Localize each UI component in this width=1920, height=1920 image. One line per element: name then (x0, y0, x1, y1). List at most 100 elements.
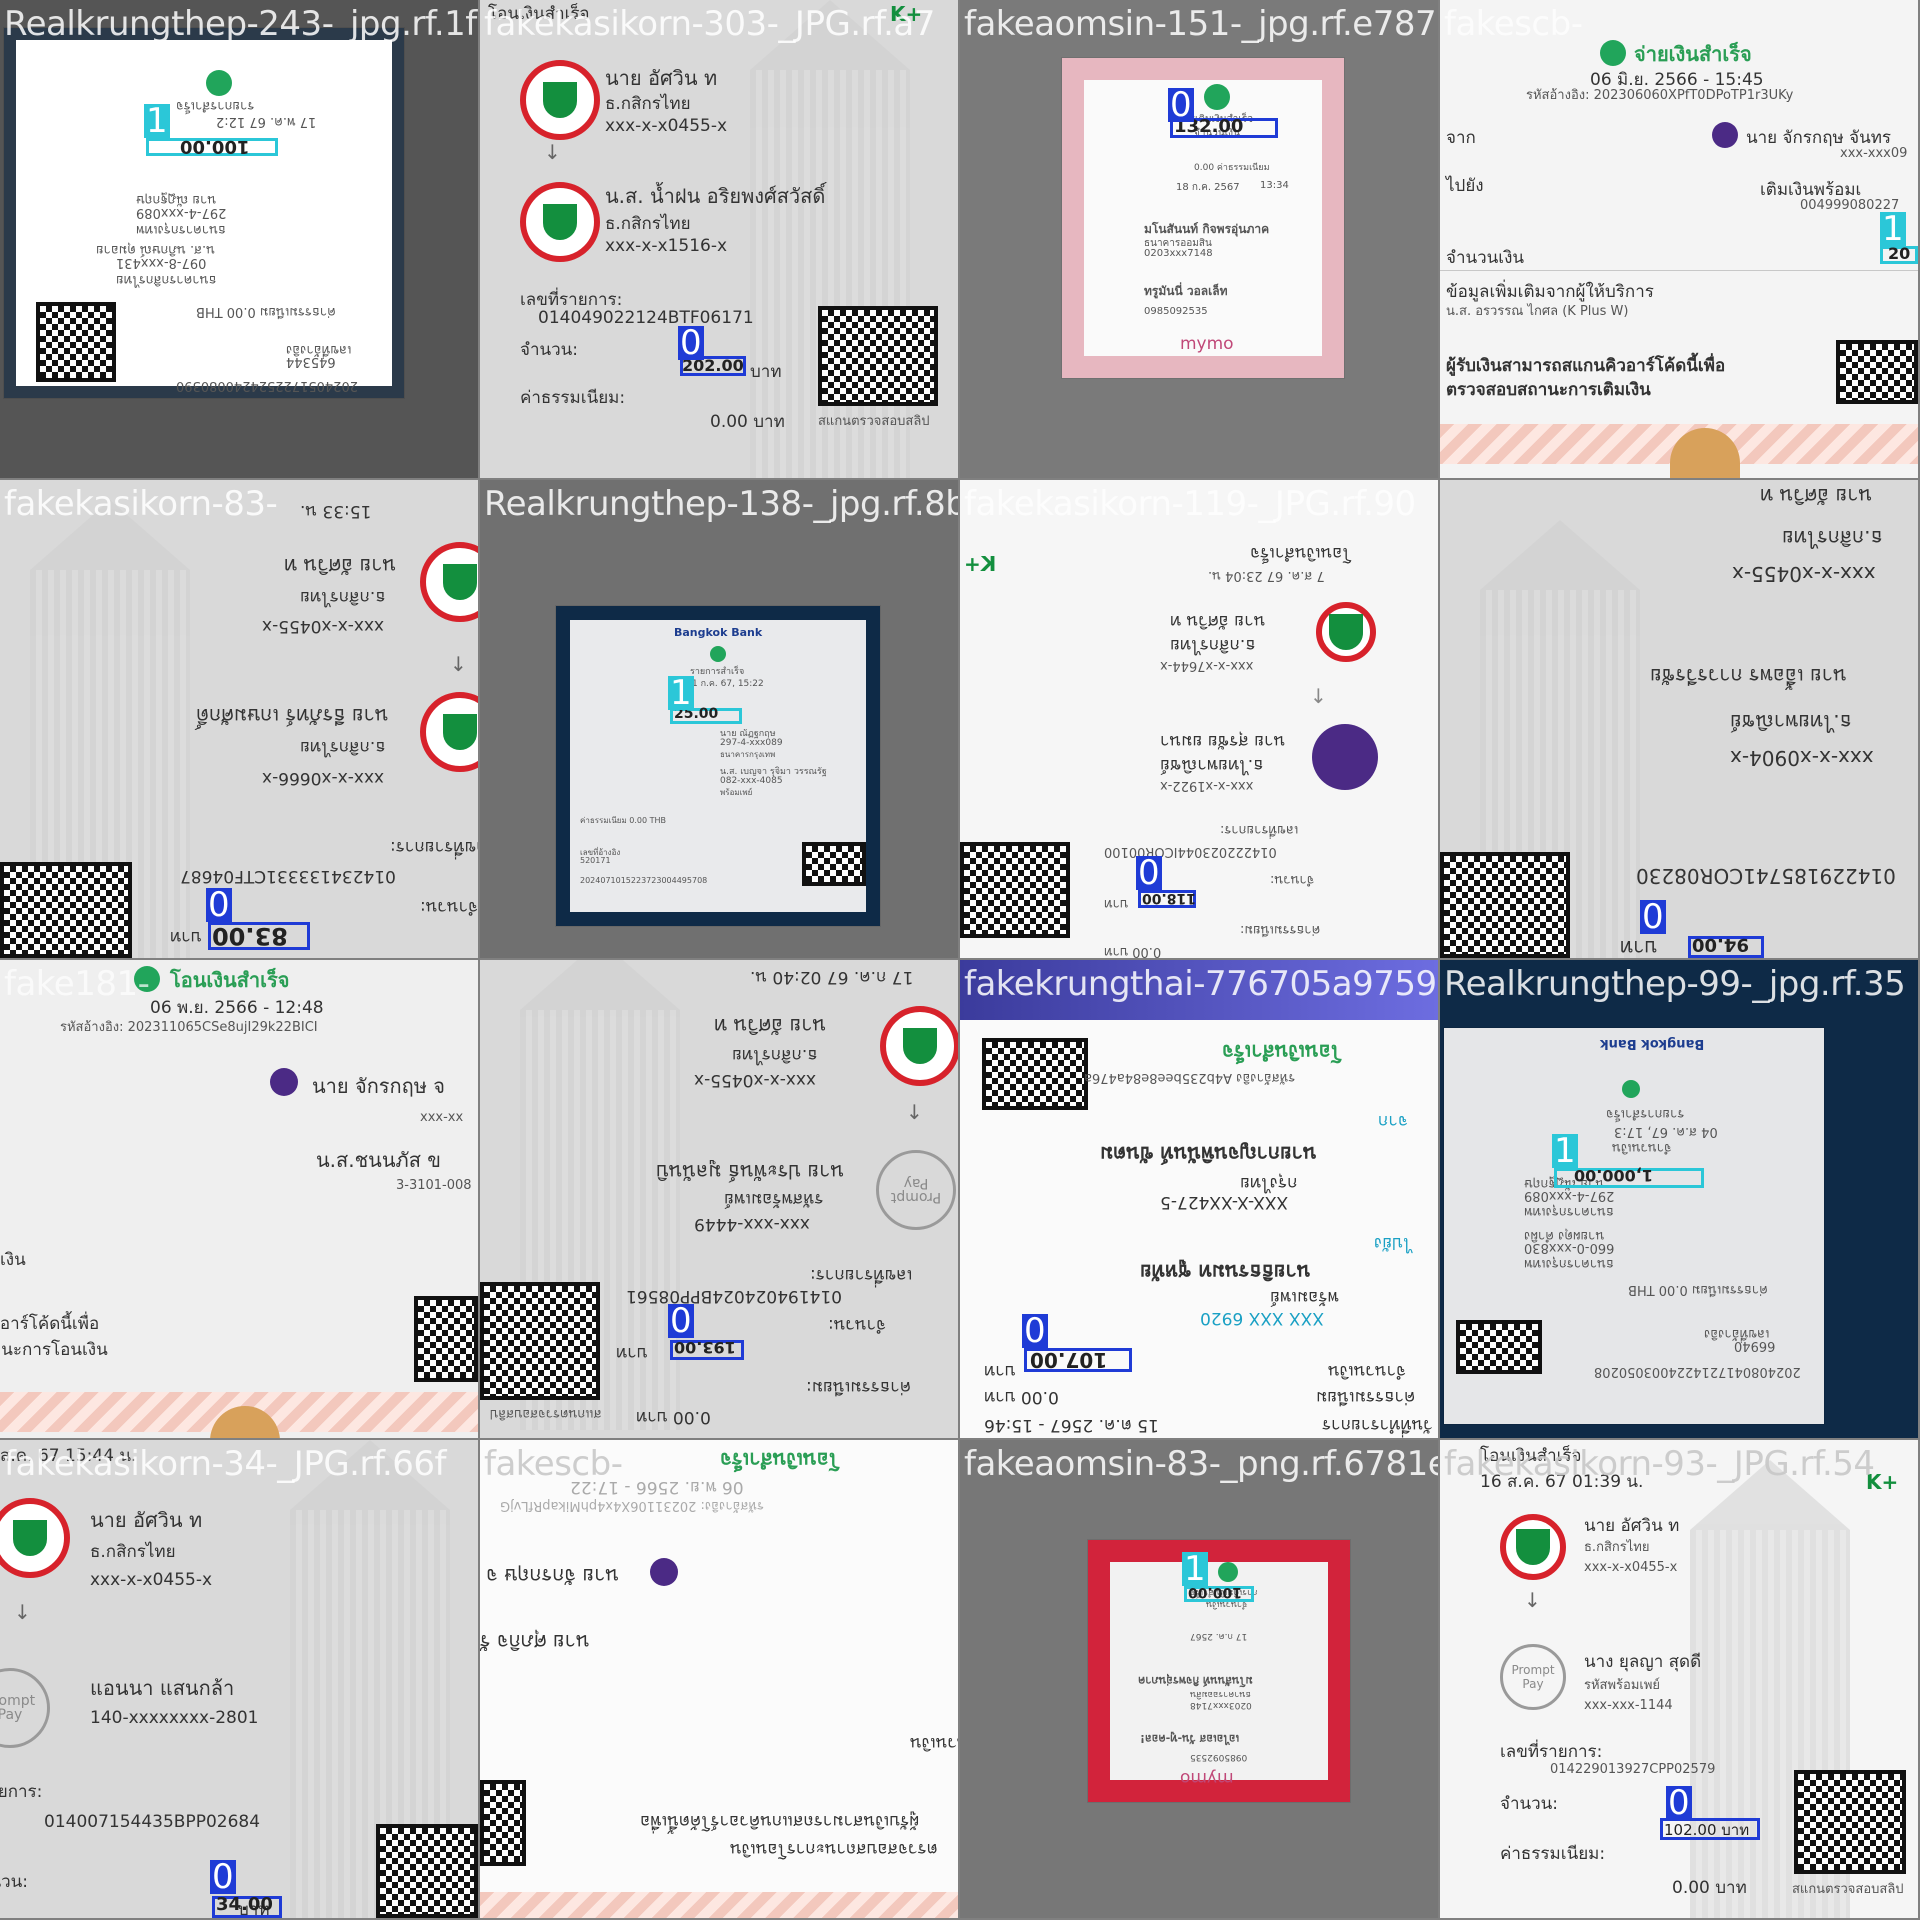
recipient-bank: ธ.ไทยพาณิชย์ (1730, 710, 1852, 734)
tile-2: fakekasikorn-303-_JPG.rf.a7 โอนเงินสำเร็… (480, 0, 958, 478)
fee-value: 0.00 บาท (1104, 944, 1162, 958)
sender-bank: ธนาคารกรุงเทพ (1524, 1204, 1614, 1219)
txn-id: 014222023044ICOR00100 (1104, 844, 1277, 859)
success-check-icon (206, 70, 232, 96)
qr-code (0, 862, 132, 958)
date: 17 ก.ค. 2567 (1190, 1631, 1248, 1641)
scan-note-1: ผู้รับเงินสามารถสแกนคิวอาร์โค้ดนี้เพื่อ (640, 1811, 920, 1831)
txn-label: เลขที่รายการ: (1220, 822, 1299, 837)
promptpay-logo-icon: Prompt Pay (1500, 1644, 1566, 1710)
status-text: โอนเงินสำเร็จ (1222, 1040, 1342, 1064)
amount-value: 107.00 (1030, 1348, 1108, 1372)
arrow-down-icon: ↓ (1524, 1588, 1541, 1612)
sender-account: 0203xxx7148 (1144, 248, 1213, 259)
recipient-name: นาย ศุภกิจ รัง (480, 1630, 590, 1654)
receipt: รายการสำเร็จ 17 พ.ค. 67 12:2 นาย ณัฏฐกฤษ… (4, 28, 404, 398)
arrow-down-icon: ↓ (1310, 684, 1327, 708)
tile-filename: fakekasikorn-83- (4, 484, 278, 524)
sender-account: xxx-x-x0455-x (605, 116, 728, 136)
qr-code (982, 1038, 1088, 1110)
receipt: Bangkok Bank รายการสำเร็จ 1 ก.ค. 67, 15:… (556, 606, 880, 926)
sender-bank: ธ.กสิกรไทย (1170, 635, 1256, 655)
sender-name: นาย อัศวิน ท (1584, 1516, 1680, 1536)
kbank-logo-icon (1316, 602, 1376, 662)
scb-logo-icon (1312, 724, 1378, 790)
box-class-label: 0 (1168, 85, 1194, 125)
scb-logo-icon (1712, 122, 1738, 148)
txn-id: 014229013927CPP02579 (1550, 1762, 1716, 1777)
status-text: โอนเงินสำเร็จ (170, 968, 290, 992)
amount-label: จำนวน: (520, 340, 579, 360)
amount-label: จำนวนเงิน (1328, 1361, 1407, 1381)
box-class-label: 0 (1022, 1311, 1048, 1351)
sender-account: xxx-x-x0455-x (1732, 562, 1876, 586)
qr-code (1794, 1770, 1906, 1874)
success-check-icon (1622, 1080, 1640, 1098)
sender-bank: ธ.กสิกรไทย (1584, 1540, 1650, 1555)
transaction-id: 2024071015223723004495708 (580, 876, 708, 885)
fee-label: ค่าธรรมเนียม: (806, 1377, 912, 1397)
sender-name: นายกาญจนพินันท์ ขันตม (1100, 1142, 1317, 1166)
txn-id: 014194024024BPP08561 (626, 1286, 843, 1306)
amount-label: จำนวนเงิน (910, 1733, 958, 1753)
txn-label: เลขที่รายการ: (1500, 1742, 1603, 1762)
amount-label: จำนวนเงิน (1612, 1140, 1672, 1155)
fee-value: 0.00 บาท (710, 412, 785, 432)
fee-value: 0.00 บาท (636, 1407, 711, 1427)
tile-9: fake181- โอนเงินสำเร็จ 06 พ.ย. 2566 - 12… (0, 960, 478, 1438)
box-class-label: 1 (1182, 1549, 1208, 1589)
qr-caption: สแกนตรวจสอบสลิป (490, 1406, 602, 1421)
tile-filename: Realkrungthep-99-_jpg.rf.35 (1444, 964, 1906, 1004)
tile-filename: fakescb- (1444, 4, 1583, 44)
recipient-type: พร้อมเพย์ (1270, 1287, 1339, 1307)
sender-name: นาย อัศวิน ท (1760, 484, 1873, 508)
recipient-name: น.ส.ชนนภัส ข (316, 1148, 441, 1172)
recipient-account: XXX XXX 6920 (1200, 1308, 1324, 1328)
tile-6: Realkrungthep-138-_jpg.rf.8b Bangkok Ban… (480, 480, 958, 958)
recipient-bank: ธนาคารกสิกรไทย (116, 272, 217, 287)
scan-note-2: ตรวจสอบสถานะการโอนเงิน (0, 1340, 108, 1360)
currency: บาท (1104, 896, 1129, 911)
recipient-account: xxx-x-x0904-x (1730, 746, 1874, 770)
receipt: การเติมเงินสำเร็จ จำนวนเงิน 0.00 ค่าธรรม… (1062, 58, 1344, 378)
txn-id: 014049022124BTF06171 (538, 308, 754, 328)
qr-code (480, 1780, 526, 1866)
status-text: โอนเงินสำเร็จ (720, 1448, 840, 1472)
sender-bank: ธ.กสิกรไทย (300, 587, 386, 607)
promptpay-logo-icon: Prompt Pay (876, 1150, 956, 1230)
fee: ค่าธรรมเนียม 0.00 THB (1628, 1282, 1768, 1297)
datetime: 15 ต.ค. 2567 - 15:46 (984, 1415, 1159, 1435)
recipient-name: นาย ธีรภัทร์ เกษมศักดิ์ (196, 704, 389, 728)
tile-filename: fakekrungthai-776705a9759e3 (964, 964, 1438, 1004)
box-class-label: 0 (678, 323, 704, 363)
reference: รหัสอ้างอิง: 20231106X4x4phMikapRfLvjG (500, 1498, 764, 1513)
qr-code (802, 842, 866, 886)
qr-code (414, 1296, 478, 1382)
sender-account: 297-4-xxx089 (720, 738, 783, 748)
from-label: จาก (1378, 1111, 1408, 1131)
tile-14: fakescb- โอนเงินสำเร็จ 06 พ.ย. 2566 - 17… (480, 1440, 958, 1918)
sender-account: 297-4-xxx089 (136, 205, 227, 220)
amount-label: เงิน (0, 1250, 26, 1270)
kbank-logo-icon (1500, 1514, 1566, 1580)
receipt: Bangkok Bank รายการสำเร็จ 04 ส.ค. 67, 17… (1444, 1028, 1824, 1424)
amount-label: จำนวน: (828, 1315, 887, 1335)
box-class-label: 0 (1640, 897, 1666, 937)
success-check-icon (1218, 1562, 1238, 1582)
sender-account: xxx-x-x0455-x (90, 1570, 213, 1590)
fee-label: ค่าธรรมเนียม: (520, 388, 626, 408)
success-check-icon (1204, 84, 1230, 110)
box-class-label: 1 (1880, 209, 1906, 249)
recipient-name: นาย เอื้อพร กาวรวีรชัย (1650, 664, 1847, 688)
txn-id: 014229185741COR08230 (1636, 864, 1896, 888)
recipient-account: 3-3101-008 (396, 1178, 472, 1193)
currency: บาท (170, 927, 202, 947)
fee: ค่าธรรมเนียม 0.00 THB (196, 304, 336, 319)
fee-label: ค่าธรรมเนียม: (1500, 1844, 1606, 1864)
recipient-name: นาย ประพันธ์ มูลนันบิ (656, 1160, 845, 1184)
transaction-id: 2024080417214224003050208 (1594, 1364, 1801, 1379)
arrow-down-icon: ↓ (906, 1100, 923, 1124)
tile-filename: Realkrungthep-243-_jpg.rf.1f (4, 4, 477, 44)
time: 13:34 (1260, 180, 1289, 191)
box-class-label: 1 (144, 101, 170, 141)
